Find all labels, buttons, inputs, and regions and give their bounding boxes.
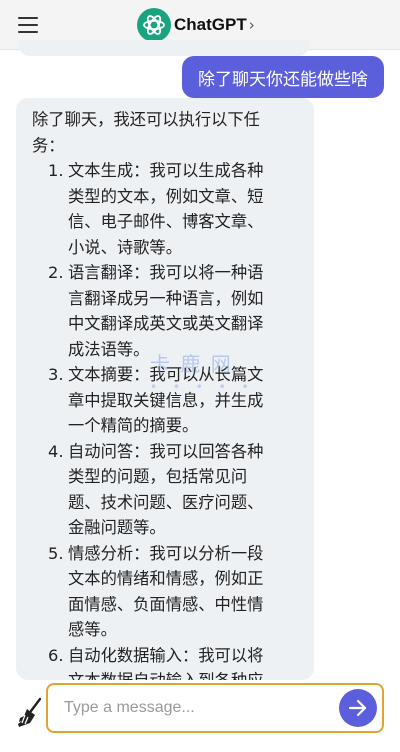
list-item-line: 自动问答：我可以回答各种 (68, 441, 264, 461)
intro-line: 除了聊天，我还可以执行以下任 (32, 110, 260, 129)
list-item-line: 类型的问题，包括常见问 (68, 467, 248, 486)
list-item-line: 金融问题等。 (68, 518, 166, 537)
list-item-line: 一个精简的摘要。 (68, 416, 199, 435)
list-item-line: 文本生成：我可以生成各种 (68, 161, 264, 180)
intro-line: 务： (32, 135, 65, 155)
openai-knot-icon (143, 15, 165, 35)
list-item: 4. 自动问答：我可以回答各种 类型的问题，包括常见问 题、技术问题、医疗问题、… (32, 439, 300, 541)
list-item-line: 言翻译成另一种语言，例如 (68, 288, 264, 308)
list-item-line: 题、技术问题、医疗问题、 (68, 492, 264, 512)
list-item-number: 4. (48, 441, 64, 461)
list-item-line: 中文翻译成英文或英文翻译 (68, 314, 264, 333)
list-item: 1. 文本生成：我可以生成各种 类型的文本，例如文章、短 信、电子邮件、博客文章… (32, 158, 300, 260)
list-item-number: 6. (48, 645, 64, 665)
list-item-number: 1. (48, 161, 64, 180)
chevron-right-icon: › (248, 16, 255, 34)
model-switcher[interactable]: ChatGPT › (137, 7, 255, 43)
list-item-number: 5. (48, 543, 64, 563)
list-item-line: 情感分析：我可以分析一段 (68, 543, 264, 563)
list-item-line: 类型的文本，例如文章、短 (68, 186, 264, 206)
list-item-number: 2. (48, 263, 64, 282)
previous-message-bubble (18, 40, 310, 56)
message-input[interactable] (64, 685, 322, 731)
list-item-line: 感等。 (68, 620, 117, 639)
list-item-line: 文本数据自动输入到各种应 (68, 668, 300, 680)
list-item-line: 文本的情绪和情感，例如正 (68, 569, 264, 588)
composer-bar (0, 680, 400, 752)
list-item-line: 文本摘要：我可以从长篇文 (68, 365, 264, 384)
user-message-bubble: 除了聊天你还能做些啥 (182, 56, 384, 98)
send-button[interactable] (339, 689, 377, 727)
list-item-line: 章中提取关键信息，并生成 (68, 390, 264, 410)
list-item-line: 信、电子邮件、博客文章、 (68, 212, 264, 231)
message-input-box (46, 683, 384, 733)
assistant-message-bubble: 除了聊天，我还可以执行以下任 务： 1. 文本生成：我可以生成各种 类型的文本，… (16, 98, 314, 680)
menu-icon-line (18, 24, 38, 26)
openai-logo-icon (137, 8, 171, 42)
list-item-line: 面情感、负面情感、中性情 (68, 594, 264, 614)
menu-button[interactable] (16, 14, 40, 36)
app-title: ChatGPT (174, 15, 247, 34)
arrow-right-icon (348, 699, 367, 717)
task-list: 1. 文本生成：我可以生成各种 类型的文本，例如文章、短 信、电子邮件、博客文章… (32, 158, 300, 680)
menu-icon-line (18, 31, 38, 33)
list-item: 6. 自动化数据输入：我可以将 文本数据自动输入到各种应 (32, 643, 300, 681)
list-item-line: 语言翻译：我可以将一种语 (68, 263, 264, 282)
broom-icon (18, 697, 42, 727)
list-item-line: 成法语等。 (68, 339, 150, 359)
list-item: 5. 情感分析：我可以分析一段 文本的情绪和情感，例如正 面情感、负面情感、中性… (32, 541, 300, 643)
list-item-line: 自动化数据输入：我可以将 (68, 645, 264, 665)
clear-chat-button[interactable] (16, 696, 44, 730)
list-item-number: 3. (48, 365, 64, 384)
list-item: 3. 文本摘要：我可以从长篇文 章中提取关键信息，并生成 一个精简的摘要。 (32, 362, 300, 439)
list-item: 2. 语言翻译：我可以将一种语 言翻译成另一种语言，例如 中文翻译成英文或英文翻… (32, 260, 300, 362)
menu-icon-line (18, 17, 38, 19)
list-item-line: 小说、诗歌等。 (68, 237, 182, 257)
assistant-intro: 除了聊天，我还可以执行以下任 务： (32, 107, 300, 158)
user-message-text: 除了聊天你还能做些啥 (198, 69, 368, 90)
chat-app: ChatGPT › 除了聊天你还能做些啥 除了聊天，我还可以执行以下任 务： 1… (0, 0, 400, 752)
